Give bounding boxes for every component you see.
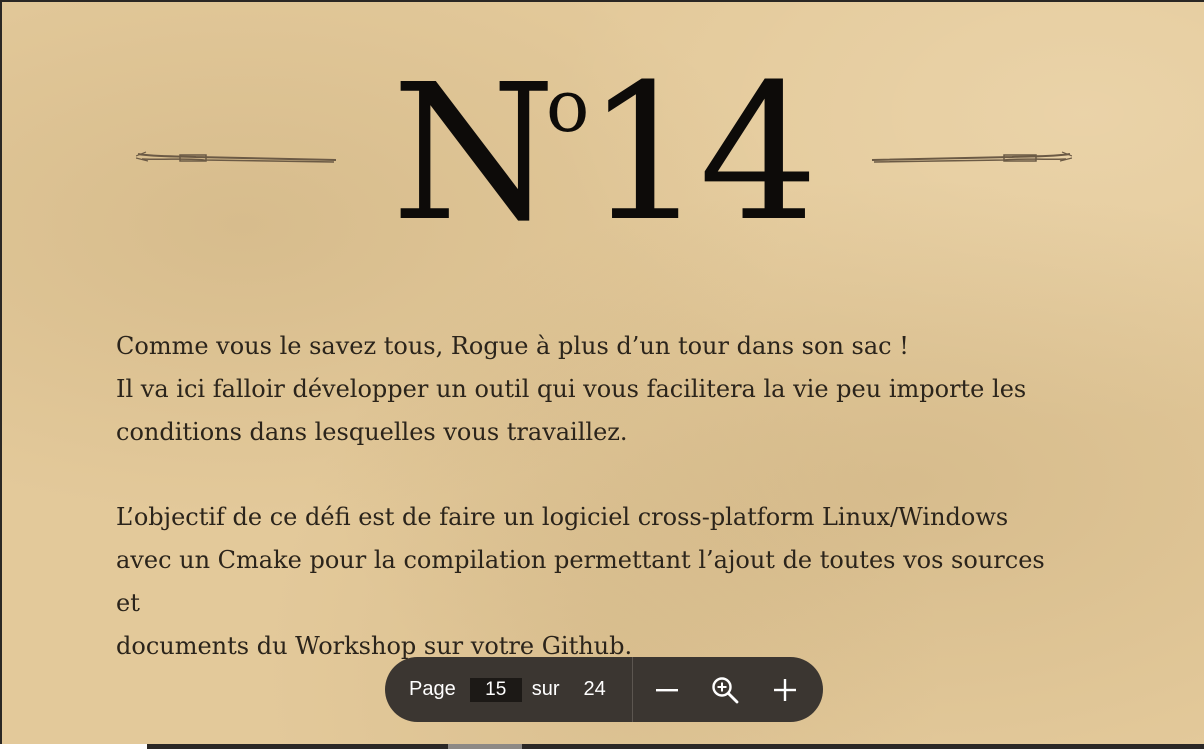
zoom-magnifier-icon bbox=[712, 676, 739, 703]
plus-icon bbox=[773, 678, 796, 701]
paragraph-line: Il va ici falloir développer un outil qu… bbox=[116, 375, 1027, 403]
pdf-toolbar: Page sur 24 bbox=[385, 657, 823, 722]
zoom-in-button[interactable] bbox=[765, 670, 805, 710]
document-body: Comme vous le savez tous, Rogue à plus d… bbox=[116, 325, 1076, 668]
title-letter: N bbox=[391, 44, 555, 263]
of-label: sur bbox=[531, 678, 560, 700]
title-number: 14 bbox=[585, 44, 818, 263]
zoom-fit-button[interactable] bbox=[705, 670, 745, 710]
document-title: No14 bbox=[352, 60, 852, 248]
paragraph-line: L’objectif de ce défi est de faire un lo… bbox=[116, 503, 1009, 531]
title-block: No14 bbox=[2, 60, 1204, 250]
minus-icon bbox=[655, 688, 678, 691]
total-pages: 24 bbox=[583, 678, 606, 700]
paragraph-line: avec un Cmake pour la compilation permet… bbox=[116, 546, 1045, 617]
paragraph-line: conditions dans lesquelles vous travaill… bbox=[116, 418, 628, 446]
left-flourish-ornament bbox=[136, 151, 337, 163]
paragraph-line: Comme vous le savez tous, Rogue à plus d… bbox=[116, 332, 909, 360]
toolbar-divider bbox=[631, 657, 633, 722]
page-number-input[interactable] bbox=[469, 677, 522, 702]
title-superscript: o bbox=[545, 64, 590, 148]
right-flourish-ornament bbox=[871, 151, 1072, 163]
pdf-viewer: No14 Comme vous le savez tous, Rogue à p… bbox=[0, 0, 1204, 749]
document-page: No14 Comme vous le savez tous, Rogue à p… bbox=[2, 2, 1204, 744]
page-label: Page bbox=[409, 678, 456, 700]
scrollbar-thumb[interactable] bbox=[448, 744, 522, 749]
scrollbar-track[interactable] bbox=[147, 744, 1204, 749]
zoom-out-button[interactable] bbox=[647, 670, 687, 710]
horizontal-scrollbar[interactable] bbox=[0, 744, 1204, 749]
